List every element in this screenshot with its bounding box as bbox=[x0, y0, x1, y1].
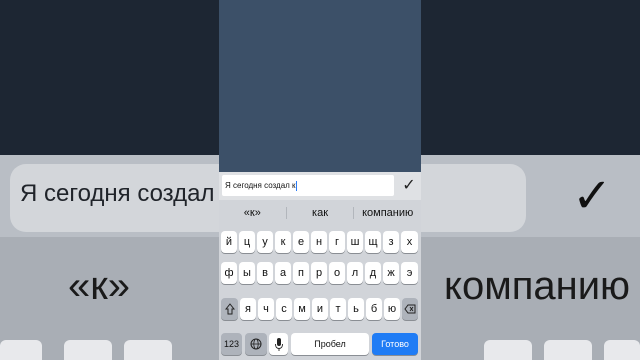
key[interactable]: м bbox=[294, 298, 310, 320]
key[interactable]: л bbox=[347, 262, 363, 284]
background-key bbox=[604, 340, 640, 360]
background-checkmark-icon: ✓ bbox=[572, 170, 613, 223]
key[interactable]: д bbox=[365, 262, 381, 284]
key[interactable]: о bbox=[329, 262, 345, 284]
key[interactable]: й bbox=[221, 231, 237, 253]
key[interactable]: и bbox=[312, 298, 328, 320]
key[interactable]: с bbox=[276, 298, 292, 320]
key[interactable]: у bbox=[257, 231, 273, 253]
text-caret bbox=[295, 180, 297, 191]
dictation-key[interactable] bbox=[269, 333, 288, 355]
suggestion-item[interactable]: «к» bbox=[219, 203, 286, 223]
key[interactable]: е bbox=[293, 231, 309, 253]
background-key bbox=[484, 340, 532, 360]
key[interactable]: п bbox=[293, 262, 309, 284]
message-input-text: Я сегодня создал к bbox=[225, 181, 296, 190]
space-key[interactable]: Пробел bbox=[291, 333, 369, 355]
message-input[interactable]: Я сегодня создал к bbox=[222, 175, 394, 196]
backspace-icon bbox=[404, 304, 416, 314]
phone-screen: Я сегодня создал к ✓ «к» как компанию й … bbox=[219, 0, 421, 360]
background-suggestion-left: «к» bbox=[68, 264, 130, 308]
key-row-1: й ц у к е н г ш щ з х bbox=[219, 231, 421, 253]
key[interactable]: х bbox=[401, 231, 418, 253]
key[interactable]: а bbox=[275, 262, 291, 284]
keyboard: «к» как компанию й ц у к е н г ш щ з х ф… bbox=[219, 200, 421, 360]
globe-icon bbox=[250, 338, 262, 350]
key[interactable]: ж bbox=[383, 262, 399, 284]
suggestion-item[interactable]: компанию bbox=[354, 203, 421, 223]
key[interactable]: щ bbox=[365, 231, 381, 253]
key[interactable]: ы bbox=[239, 262, 255, 284]
key[interactable]: г bbox=[329, 231, 345, 253]
background-key bbox=[124, 340, 172, 360]
key-row-3: я ч с м и т ь б ю bbox=[219, 298, 421, 320]
key[interactable]: я bbox=[240, 298, 256, 320]
suggestion-bar: «к» как компанию bbox=[219, 203, 421, 223]
key[interactable]: ь bbox=[348, 298, 364, 320]
background-suggestion-right: компанию bbox=[444, 264, 631, 308]
background-key bbox=[544, 340, 592, 360]
key[interactable]: р bbox=[311, 262, 327, 284]
key[interactable]: т bbox=[330, 298, 346, 320]
numbers-key[interactable]: 123 bbox=[221, 333, 242, 355]
shift-icon bbox=[224, 303, 235, 315]
key[interactable]: э bbox=[401, 262, 418, 284]
backspace-key[interactable] bbox=[402, 298, 418, 320]
key[interactable]: к bbox=[275, 231, 291, 253]
key[interactable]: н bbox=[311, 231, 327, 253]
key[interactable]: в bbox=[257, 262, 273, 284]
background-input-text: Я сегодня создал bbox=[20, 180, 215, 207]
globe-key[interactable] bbox=[245, 333, 267, 355]
key[interactable]: ц bbox=[239, 231, 255, 253]
key[interactable]: з bbox=[383, 231, 399, 253]
shift-key[interactable] bbox=[221, 298, 238, 320]
background-key bbox=[0, 340, 42, 360]
chat-area bbox=[219, 0, 421, 172]
key[interactable]: ш bbox=[347, 231, 363, 253]
key[interactable]: ф bbox=[221, 262, 237, 284]
key-row-4: 123 Пробел Готово bbox=[219, 333, 421, 355]
suggestion-item[interactable]: как bbox=[287, 203, 354, 223]
key[interactable]: ю bbox=[384, 298, 400, 320]
done-button[interactable]: Готово bbox=[372, 333, 418, 355]
key[interactable]: б bbox=[366, 298, 382, 320]
key-row-2: ф ы в а п р о л д ж э bbox=[219, 262, 421, 284]
message-input-bar: Я сегодня создал к ✓ bbox=[219, 172, 421, 200]
microphone-icon bbox=[274, 338, 283, 351]
key[interactable]: ч bbox=[258, 298, 274, 320]
checkmark-icon[interactable]: ✓ bbox=[399, 174, 419, 198]
background-key bbox=[64, 340, 112, 360]
